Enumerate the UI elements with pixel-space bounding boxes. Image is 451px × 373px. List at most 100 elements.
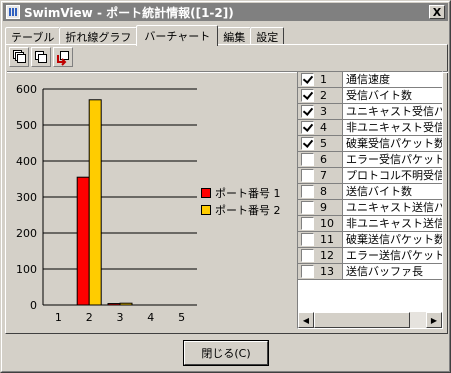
- counter-row[interactable]: 5 破棄受信パケット数: [298, 136, 442, 152]
- legend-item-port-1: ポート番号 1: [201, 184, 281, 201]
- counter-number: 12: [320, 249, 334, 262]
- y-tick-label: 600: [16, 83, 37, 96]
- tab-label: バーチャート: [144, 30, 211, 43]
- counter-checkbox[interactable]: [301, 217, 314, 230]
- x-tick-label: 4: [147, 311, 154, 324]
- counter-number: 10: [320, 217, 334, 230]
- x-tick-label: 1: [55, 311, 62, 324]
- counter-name: 破棄受信パケット数: [342, 136, 442, 151]
- counter-row[interactable]: 3 ユニキャスト受信パケット数: [298, 104, 442, 120]
- counter-number: 1: [320, 73, 327, 86]
- counter-checkbox[interactable]: [301, 233, 314, 246]
- close-button-label: 閉じる(C): [201, 347, 251, 360]
- scroll-track[interactable]: [314, 312, 426, 328]
- counter-row[interactable]: 4 非ユニキャスト受信パケット数: [298, 120, 442, 136]
- counter-checkbox[interactable]: [301, 137, 314, 150]
- counter-number: 13: [320, 265, 334, 278]
- counter-row[interactable]: 2 受信バイト数: [298, 88, 442, 104]
- title-bar[interactable]: SwimView - ポート統計情報([1-2]) X: [3, 3, 448, 21]
- bar: [76, 176, 90, 306]
- counter-number: 11: [320, 233, 334, 246]
- counter-name: 送信バイト数: [342, 184, 442, 199]
- counter-row[interactable]: 7 プロトコル不明受信パケット数: [298, 168, 442, 184]
- counter-name: 破棄送信パケット数: [342, 232, 442, 247]
- counter-checkbox[interactable]: [301, 73, 314, 86]
- counter-name: 通信速度: [342, 72, 442, 87]
- y-tick-label: 100: [16, 263, 37, 276]
- counter-name: 送信バッファ長: [342, 264, 442, 279]
- counter-row[interactable]: 11 破棄送信パケット数: [298, 232, 442, 248]
- counter-number: 4: [320, 121, 327, 134]
- counter-checkbox[interactable]: [301, 249, 314, 262]
- legend-swatch: [201, 187, 211, 198]
- tab-label: 設定: [256, 30, 279, 44]
- close-button[interactable]: 閉じる(C): [183, 340, 269, 366]
- counter-checkbox[interactable]: [301, 201, 314, 214]
- bar: [107, 303, 121, 306]
- counter-checkbox[interactable]: [301, 169, 314, 182]
- counter-number: 6: [320, 153, 327, 166]
- counter-row[interactable]: 1 通信速度: [298, 72, 442, 88]
- x-tick-label: 3: [117, 311, 124, 324]
- scroll-right-button[interactable]: ▶: [426, 312, 442, 328]
- counter-row[interactable]: 8 送信バイト数: [298, 184, 442, 200]
- tab-table[interactable]: テーブル: [5, 27, 61, 45]
- toolbar: [9, 47, 73, 69]
- tab-edit[interactable]: 編集: [217, 27, 252, 45]
- counter-name: ユニキャスト受信パケット数: [342, 104, 442, 119]
- counter-number: 8: [320, 185, 327, 198]
- legend-item-port-2: ポート番号 2: [201, 201, 281, 218]
- y-tick-label: 0: [30, 299, 37, 312]
- counter-name: エラー受信パケット数: [342, 152, 442, 167]
- x-tick-label: 2: [86, 311, 93, 324]
- export-button[interactable]: [53, 47, 73, 67]
- counter-number: 3: [320, 105, 327, 118]
- y-tick-label: 300: [16, 191, 37, 204]
- tab-bar-chart[interactable]: バーチャート: [136, 25, 219, 46]
- counter-name: プロトコル不明受信パケット数: [342, 168, 442, 183]
- counter-checkbox[interactable]: [301, 121, 314, 134]
- scroll-left-button[interactable]: ◀: [298, 312, 314, 328]
- counter-row[interactable]: 13 送信バッファ長: [298, 264, 442, 280]
- counter-number: 7: [320, 169, 327, 182]
- counter-checkbox[interactable]: [301, 185, 314, 198]
- counter-row[interactable]: 10 非ユニキャスト送信パケット数: [298, 216, 442, 232]
- tab-settings[interactable]: 設定: [250, 27, 285, 45]
- copy-stack-button[interactable]: [9, 47, 29, 67]
- counter-list[interactable]: 1 通信速度 2 受信バイト数 3 ユニキャスト受信パケット数 4 非ユニキャスト受信パケット…: [297, 71, 443, 329]
- legend-swatch: [201, 204, 211, 215]
- counter-checkbox[interactable]: [301, 89, 314, 102]
- close-window-button[interactable]: X: [429, 5, 445, 19]
- window: SwimView - ポート統計情報([1-2]) X テーブル 折れ線グラフ …: [0, 0, 451, 373]
- counter-number: 5: [320, 137, 327, 150]
- y-tick-label: 500: [16, 119, 37, 132]
- counter-name: ユニキャスト送信パケット数: [342, 200, 442, 215]
- counter-name: 非ユニキャスト送信パケット数: [342, 216, 442, 231]
- arrow-right-icon: ▶: [430, 315, 438, 325]
- counter-row[interactable]: 9 ユニキャスト送信パケット数: [298, 200, 442, 216]
- tab-label: 編集: [223, 30, 246, 44]
- counter-checkbox[interactable]: [301, 265, 314, 278]
- counter-number: 2: [320, 89, 327, 102]
- bar: [119, 302, 133, 306]
- counter-name: 受信バイト数: [342, 88, 442, 103]
- legend-label: ポート番号 2: [215, 203, 281, 217]
- counter-name: エラー送信パケット数: [342, 248, 442, 263]
- tab-strip: テーブル 折れ線グラフ バーチャート 編集 設定: [5, 25, 285, 46]
- tab-label: テーブル: [11, 30, 55, 44]
- counter-row[interactable]: 6 エラー受信パケット数: [298, 152, 442, 168]
- scroll-thumb[interactable]: [314, 312, 410, 328]
- arrow-left-icon: ◀: [302, 315, 310, 325]
- x-tick-label: 5: [178, 311, 185, 324]
- counter-number: 9: [320, 201, 327, 214]
- bar: [88, 99, 102, 306]
- app-icon: [6, 5, 20, 19]
- tab-line-graph[interactable]: 折れ線グラフ: [59, 27, 138, 45]
- horizontal-scrollbar[interactable]: ◀ ▶: [298, 312, 442, 328]
- counter-checkbox[interactable]: [301, 105, 314, 118]
- counter-row[interactable]: 12 エラー送信パケット数: [298, 248, 442, 264]
- copy-pages-button[interactable]: [31, 47, 51, 67]
- counter-name: 非ユニキャスト受信パケット数: [342, 120, 442, 135]
- counter-rows: 1 通信速度 2 受信バイト数 3 ユニキャスト受信パケット数 4 非ユニキャスト受信パケット…: [298, 72, 442, 280]
- counter-checkbox[interactable]: [301, 153, 314, 166]
